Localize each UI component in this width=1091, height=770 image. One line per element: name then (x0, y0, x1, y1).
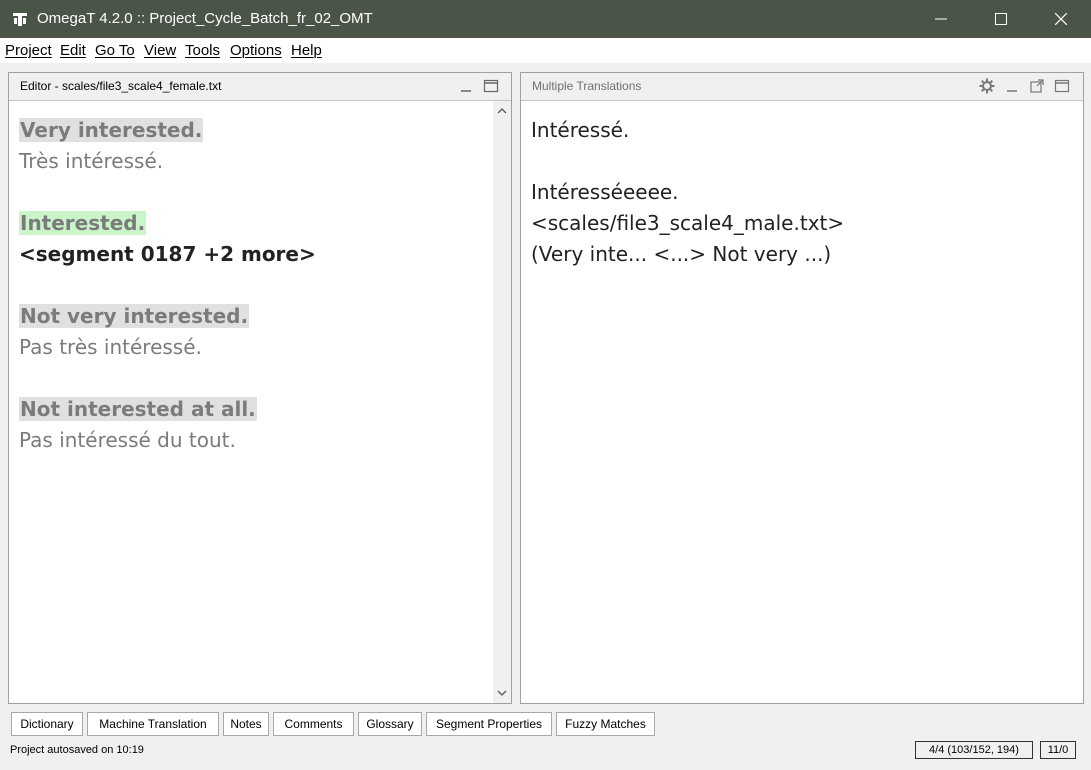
editor-header: Editor - scales/file3_scale4_female.txt (9, 73, 511, 101)
tab-segment-properties[interactable]: Segment Properties (426, 712, 552, 736)
minimize-icon (935, 18, 947, 20)
segment-target[interactable]: Pas très intéressé. (19, 334, 202, 360)
character-count: 11/0 (1040, 741, 1076, 759)
editor-title: Editor - scales/file3_scale4_female.txt (20, 79, 222, 93)
menu-tools[interactable]: Tools (185, 42, 220, 59)
editor-panel: Editor - scales/file3_scale4_female.txt … (8, 72, 512, 704)
tab-machine-translation[interactable]: Machine Translation (87, 712, 219, 736)
settings-gear-icon[interactable] (979, 78, 995, 94)
close-icon (1055, 13, 1067, 25)
close-button[interactable] (1031, 0, 1091, 38)
scroll-down-icon[interactable] (497, 689, 507, 697)
maximize-pane-icon[interactable] (483, 78, 499, 94)
menu-bar: Project Edit Go To View Tools Options He… (0, 38, 1091, 63)
menu-project[interactable]: Project (5, 42, 52, 59)
maximize-pane-icon[interactable] (1054, 78, 1070, 94)
undock-pane-icon[interactable] (1029, 78, 1045, 94)
translation-line: Intéressé. (531, 118, 630, 142)
translation-context: (Very inte... <...> Not very ...) (531, 242, 832, 266)
menu-help[interactable]: Help (291, 42, 322, 59)
menu-options[interactable]: Options (230, 42, 282, 59)
tab-glossary[interactable]: Glossary (358, 712, 422, 736)
multiple-translations-header: Multiple Translations (521, 73, 1083, 101)
translation-source-file: <scales/file3_scale4_male.txt> (531, 211, 845, 235)
minimize-button[interactable] (911, 0, 971, 38)
tab-dictionary[interactable]: Dictionary (11, 712, 83, 736)
menu-goto[interactable]: Go To (95, 42, 135, 59)
tab-comments[interactable]: Comments (273, 712, 354, 736)
menu-edit[interactable]: Edit (60, 42, 86, 59)
active-segment-source[interactable]: Interested. (19, 210, 147, 236)
segment-source[interactable]: Very interested. (19, 117, 204, 143)
tab-fuzzy-matches[interactable]: Fuzzy Matches (556, 712, 655, 736)
window-title: OmegaT 4.2.0 :: Project_Cycle_Batch_fr_0… (37, 10, 373, 27)
minimize-pane-icon[interactable] (458, 78, 474, 94)
tab-notes[interactable]: Notes (223, 712, 269, 736)
title-bar: OmegaT 4.2.0 :: Project_Cycle_Batch_fr_0… (0, 0, 1091, 38)
omegat-logo-icon (13, 13, 27, 26)
segment-source[interactable]: Not very interested. (19, 303, 250, 329)
multiple-translations-title: Multiple Translations (532, 79, 642, 93)
maximize-button[interactable] (971, 0, 1031, 38)
multiple-translations-panel: Multiple Translations Intéressé. Intéres… (520, 72, 1084, 704)
minimize-pane-icon[interactable] (1004, 78, 1020, 94)
maximize-icon (995, 13, 1007, 25)
segment-target[interactable]: Très intéressé. (19, 148, 163, 174)
progress-indicator: 4/4 (103/152, 194) (915, 741, 1033, 759)
menu-view[interactable]: View (144, 42, 176, 59)
segment-target[interactable]: Pas intéressé du tout. (19, 427, 236, 453)
active-segment-target[interactable]: <segment 0187 +2 more> (19, 241, 316, 267)
scroll-up-icon[interactable] (497, 107, 507, 115)
translation-line: Intéresséeeee. (531, 180, 679, 204)
status-message: Project autosaved on 10:19 (10, 744, 144, 756)
segment-source[interactable]: Not interested at all. (19, 396, 257, 422)
editor-scrollbar[interactable] (493, 101, 511, 703)
